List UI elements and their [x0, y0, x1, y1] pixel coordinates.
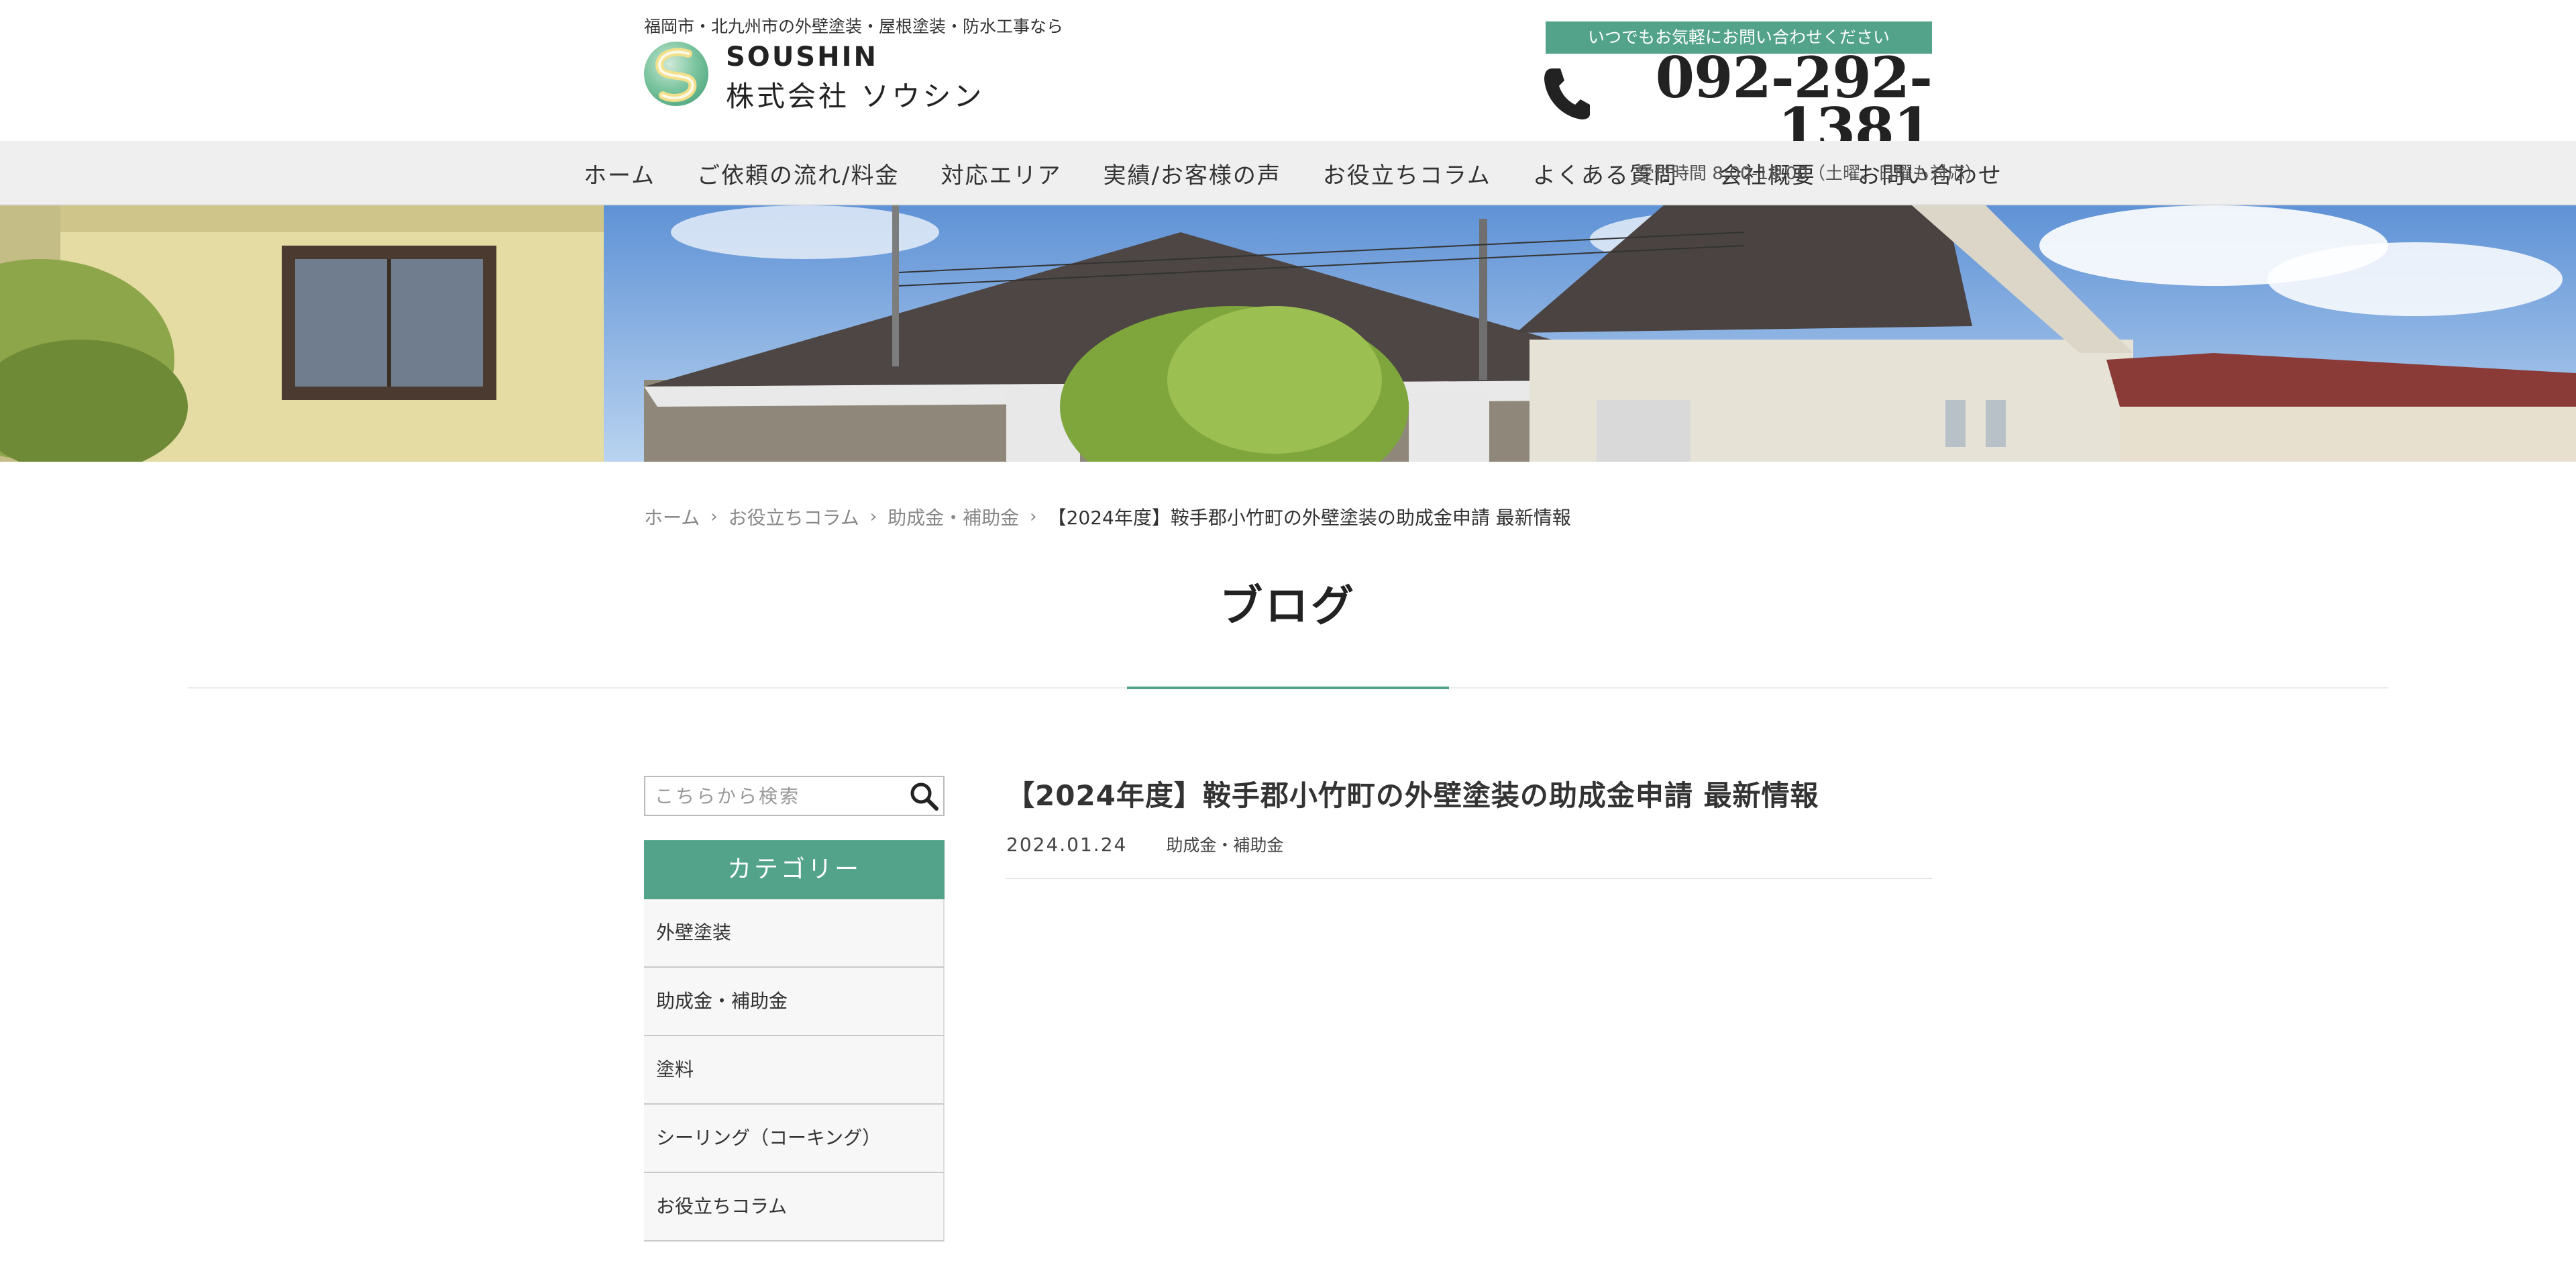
post-divider	[1006, 878, 1932, 879]
nav-item-column[interactable]: お役立ちコラム	[1323, 157, 1491, 190]
header-tagline: 福岡市・北九州市の外壁塗装・屋根塗装・防水工事なら	[644, 17, 1064, 36]
search-icon[interactable]	[907, 780, 941, 812]
title-accent-bar	[1127, 687, 1449, 689]
category-item[interactable]: 外壁塗装	[644, 899, 945, 968]
main-nav: ホーム ご依頼の流れ/料金 対応エリア 実績/お客様の声 お役立ちコラム よくあ…	[0, 141, 2576, 205]
breadcrumb-current: 【2024年度】鞍手郡小竹町の外壁塗装の助成金申請 最新情報	[1047, 507, 1571, 529]
phone-icon	[1543, 66, 1591, 121]
category-item[interactable]: お役立ちコラム	[644, 1173, 945, 1242]
post-title: 【2024年度】鞍手郡小竹町の外壁塗装の助成金申請 最新情報	[1006, 779, 1819, 812]
chevron-right-icon: ›	[1030, 507, 1037, 527]
logo-text-ja: 株式会社 ソウシン	[726, 80, 985, 113]
category-item[interactable]: 助成金・補助金	[644, 968, 945, 1036]
nav-item-flow-pricing[interactable]: ご依頼の流れ/料金	[697, 157, 899, 190]
category-item[interactable]: シーリング（コーキング）	[644, 1105, 945, 1173]
nav-item-service-area[interactable]: 対応エリア	[941, 157, 1061, 190]
post-meta: 2024.01.24 助成金・補助金	[1006, 832, 1283, 856]
phone-number[interactable]: 092-292-1381	[1610, 50, 1933, 157]
search-box	[644, 776, 945, 816]
breadcrumb: ホーム › お役立ちコラム › 助成金・補助金 › 【2024年度】鞍手郡小竹町…	[644, 503, 1571, 530]
business-hours: 受付時間 8:00-18:00（土曜、日曜も対応）	[1637, 164, 1982, 184]
logo-icon	[644, 42, 708, 106]
logo-text-en: SOUSHIN	[726, 42, 878, 72]
site-header: 福岡市・北九州市の外壁塗装・屋根塗装・防水工事なら SOUSHIN 株式会社 ソ…	[0, 0, 2576, 157]
category-list: 外壁塗装 助成金・補助金 塗料 シーリング（コーキング） お役立ちコラム	[644, 899, 945, 1242]
chevron-right-icon: ›	[710, 507, 718, 527]
breadcrumb-home[interactable]: ホーム	[644, 503, 700, 530]
post-category[interactable]: 助成金・補助金	[1166, 832, 1283, 856]
post-date: 2024.01.24	[1006, 833, 1128, 856]
chevron-right-icon: ›	[869, 507, 877, 527]
hero-image	[0, 205, 2576, 462]
category-heading: カテゴリー	[644, 840, 945, 899]
nav-item-works-voices[interactable]: 実績/お客様の声	[1103, 157, 1281, 190]
nav-item-home[interactable]: ホーム	[584, 157, 655, 190]
breadcrumb-subsidy[interactable]: 助成金・補助金	[888, 503, 1019, 530]
page-title: ブログ	[1220, 582, 1356, 632]
site-logo[interactable]: SOUSHIN 株式会社 ソウシン	[644, 40, 993, 114]
search-input[interactable]	[645, 777, 900, 815]
category-item[interactable]: 塗料	[644, 1036, 945, 1105]
breadcrumb-column[interactable]: お役立ちコラム	[729, 503, 859, 530]
